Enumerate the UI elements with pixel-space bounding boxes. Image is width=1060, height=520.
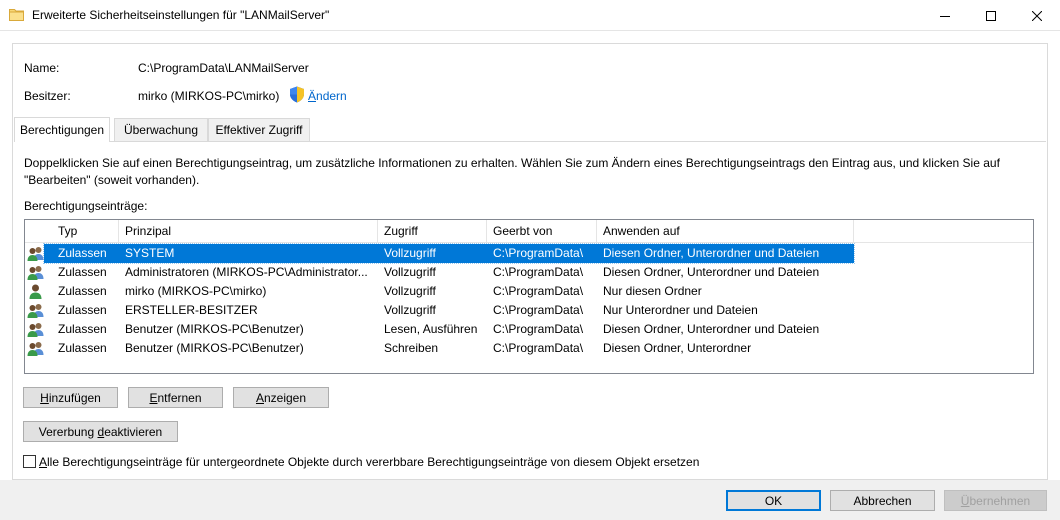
cell-type: Zulassen xyxy=(58,322,107,336)
view-button[interactable]: Anzeigen xyxy=(233,387,329,408)
cell-applies-to: Diesen Ordner, Unterordner und Dateien xyxy=(603,322,820,336)
group-users-icon xyxy=(27,264,44,281)
cell-access: Vollzugriff xyxy=(384,303,436,317)
group-users-icon xyxy=(27,340,44,357)
column-header-inherited-from[interactable]: Geerbt von xyxy=(487,220,597,243)
cell-type: Zulassen xyxy=(58,303,107,317)
table-row[interactable]: Zulassen SYSTEM Vollzugriff C:\ProgramData\… xyxy=(25,243,1033,264)
cell-type: Zulassen xyxy=(58,246,107,260)
tab-permissions[interactable]: Berechtigungen xyxy=(14,117,110,142)
column-header-applies-to[interactable]: Anwenden auf xyxy=(597,220,854,243)
title-bar: Erweiterte Sicherheitseinstellungen für … xyxy=(0,0,1060,31)
ok-button[interactable]: OK xyxy=(726,490,821,511)
close-button[interactable] xyxy=(1014,0,1060,31)
cell-access: Schreiben xyxy=(384,341,439,355)
dialog-footer: OK Abbrechen Übernehmen xyxy=(0,480,1060,520)
cell-principal: Benutzer (MIRKOS-PC\Benutzer) xyxy=(125,341,304,355)
maximize-button[interactable] xyxy=(968,0,1014,31)
owner-value: mirko (MIRKOS-PC\mirko) xyxy=(138,89,280,103)
group-users-icon xyxy=(27,245,44,262)
column-header-access[interactable]: Zugriff xyxy=(378,220,487,243)
cell-principal: Administratoren (MIRKOS-PC\Administrator… xyxy=(125,265,368,279)
replace-child-permissions-checkbox[interactable] xyxy=(23,455,36,468)
replace-child-permissions-label[interactable]: Alle Berechtigungseinträge für untergeor… xyxy=(39,455,699,469)
remove-button[interactable]: Entfernen xyxy=(128,387,223,408)
cell-type: Zulassen xyxy=(58,341,107,355)
uac-shield-icon xyxy=(290,86,304,103)
tab-auditing[interactable]: Überwachung xyxy=(114,118,208,141)
description-line-2: "Bearbeiten" (soweit vorhanden). xyxy=(24,173,200,187)
list-header: Typ Prinzipal Zugriff Geerbt von Anwende… xyxy=(25,220,1033,243)
table-row[interactable]: Zulassen Benutzer (MIRKOS-PC\Benutzer) Sch… xyxy=(25,339,1033,358)
change-owner-link[interactable]: Ändern xyxy=(308,89,347,103)
table-row[interactable]: Zulassen Administratoren (MIRKOS-PC\Admin… xyxy=(25,263,1033,282)
column-header-principal[interactable]: Prinzipal xyxy=(119,220,378,243)
table-row[interactable]: Zulassen ERSTELLER-BESITZER Vollzugriff C:\… xyxy=(25,301,1033,320)
cell-applies-to: Nur diesen Ordner xyxy=(603,284,702,298)
cell-principal: mirko (MIRKOS-PC\mirko) xyxy=(125,284,267,298)
folder-icon xyxy=(9,9,24,21)
window-title: Erweiterte Sicherheitseinstellungen für … xyxy=(32,8,330,22)
group-users-icon xyxy=(27,321,44,338)
cell-principal: Benutzer (MIRKOS-PC\Benutzer) xyxy=(125,322,304,336)
apply-button[interactable]: Übernehmen xyxy=(944,490,1047,511)
single-user-icon xyxy=(27,283,44,300)
permission-entries-list[interactable]: Typ Prinzipal Zugriff Geerbt von Anwende… xyxy=(24,219,1034,374)
name-value: C:\ProgramData\LANMailServer xyxy=(138,61,309,75)
cell-principal: ERSTELLER-BESITZER xyxy=(125,303,258,317)
cancel-button[interactable]: Abbrechen xyxy=(830,490,935,511)
cell-applies-to: Diesen Ordner, Unterordner und Dateien xyxy=(603,265,820,279)
cell-inherited-from: C:\ProgramData\ xyxy=(493,341,584,355)
minimize-icon xyxy=(940,15,950,17)
add-button[interactable]: Hinzufügen xyxy=(23,387,118,408)
cell-access: Lesen, Ausführen xyxy=(384,322,478,336)
cell-type: Zulassen xyxy=(58,284,107,298)
cell-access: Vollzugriff xyxy=(384,284,436,298)
maximize-icon xyxy=(986,10,996,21)
group-users-icon xyxy=(27,302,44,319)
cell-applies-to: Diesen Ordner, Unterordner xyxy=(603,341,752,355)
cell-inherited-from: C:\ProgramData\ xyxy=(493,246,584,260)
minimize-button[interactable] xyxy=(922,0,968,31)
cell-applies-to: Nur Unterordner und Dateien xyxy=(603,303,758,317)
table-row[interactable]: Zulassen Benutzer (MIRKOS-PC\Benutzer) Les… xyxy=(25,320,1033,339)
disable-inheritance-button[interactable]: Vererbung d eaktivieren xyxy=(23,421,178,442)
cell-inherited-from: C:\ProgramData\ xyxy=(493,322,584,336)
close-icon xyxy=(1032,10,1042,21)
cell-inherited-from: C:\ProgramData\ xyxy=(493,303,584,317)
cell-applies-to: Diesen Ordner, Unterordner und Dateien xyxy=(603,246,820,260)
cell-access: Vollzugriff xyxy=(384,265,436,279)
name-label: Name: xyxy=(24,61,60,75)
cell-principal: SYSTEM xyxy=(125,246,175,260)
cell-inherited-from: C:\ProgramData\ xyxy=(493,265,584,279)
owner-label: Besitzer: xyxy=(24,89,71,103)
description-line-1: Doppelklicken Sie auf einen Berechtigung… xyxy=(24,156,1000,170)
cell-type: Zulassen xyxy=(58,265,107,279)
column-header-type[interactable]: Typ xyxy=(52,220,119,243)
cell-access: Vollzugriff xyxy=(384,246,436,260)
tab-effective-access[interactable]: Effektiver Zugriff xyxy=(208,118,310,141)
table-row[interactable]: Zulassen mirko (MIRKOS-PC\mirko) Vollzugri… xyxy=(25,282,1033,301)
entries-label: Berechtigungseinträge: xyxy=(24,199,148,213)
cell-inherited-from: C:\ProgramData\ xyxy=(493,284,584,298)
